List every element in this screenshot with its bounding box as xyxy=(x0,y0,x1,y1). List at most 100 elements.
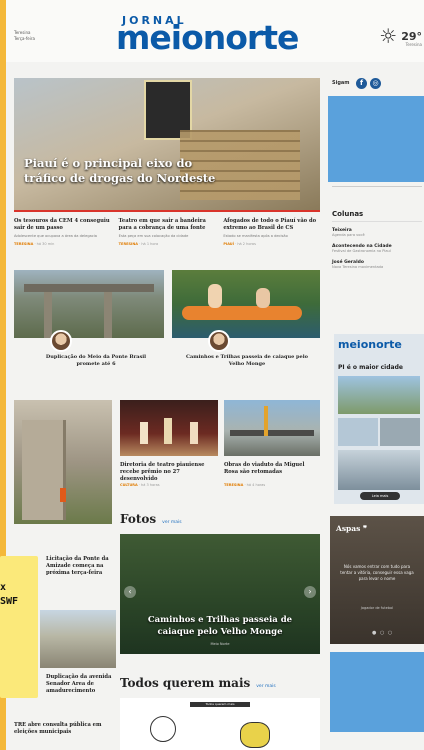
news-summary: Esta peça em sua colocação da cidade xyxy=(118,234,189,238)
promo-image xyxy=(338,450,420,490)
news-meta: TERESINA · há 1 hora xyxy=(118,242,159,246)
news-item[interactable]: Teatro em que sair a bandeira para a cob… xyxy=(119,218,216,246)
news-summary: Estado se manifesta após a decisão xyxy=(223,234,288,238)
todos-ver-mais-link[interactable]: ver mais xyxy=(256,684,275,689)
news-title[interactable]: Teatro em que sair a bandeira para a cob… xyxy=(119,218,216,232)
ad-banner-top[interactable] xyxy=(328,96,424,182)
coluna-item[interactable]: Teixeira Agenda para você xyxy=(332,228,422,238)
facebook-icon[interactable]: f xyxy=(356,78,367,89)
news-tag[interactable]: TERESINA xyxy=(14,242,33,246)
todos-card[interactable]: Todos querem mais xyxy=(120,698,320,750)
small-story-title[interactable]: Obras do viaduto da Miguel Rosa são reto… xyxy=(224,462,320,476)
news-item[interactable]: Os tesouros da CEM 4 conseguiu sair de u… xyxy=(14,218,111,246)
bridge-pillar xyxy=(44,292,52,338)
promo-button[interactable]: Leia mais xyxy=(360,492,400,500)
avatar xyxy=(50,330,72,352)
instagram-icon[interactable]: ◎ xyxy=(370,78,381,89)
news-tag[interactable]: CULTURA xyxy=(120,483,138,487)
carousel-dots[interactable]: ● ○ ○ xyxy=(372,630,393,636)
news-tag[interactable]: TERESINA xyxy=(224,483,243,487)
aspas-widget[interactable]: Aspas ❞ Nós vamos entrar com tudo para t… xyxy=(330,516,424,644)
weather-widget[interactable]: ☼ 29° Teresina xyxy=(379,24,422,48)
bridge-pillar xyxy=(104,292,112,338)
promo-image xyxy=(338,418,378,446)
dancer xyxy=(190,422,198,444)
viaduct-beam xyxy=(230,430,314,436)
fotos-header: Fotos ver mais xyxy=(120,512,182,526)
dancer xyxy=(164,418,172,444)
chevron-left-icon[interactable]: ‹ xyxy=(124,586,136,598)
ad-banner-bottom[interactable] xyxy=(330,652,424,732)
cartoon-figure xyxy=(240,722,270,748)
promo-image xyxy=(338,376,420,414)
colunas-widget: Colunas Teixeira Agenda para você Aconte… xyxy=(332,210,422,270)
coluna-desc: Festival de Gastronomia no Piauí xyxy=(332,249,391,253)
small-story-meta: TERESINA · há 4 horas xyxy=(224,483,266,487)
chevron-right-icon[interactable]: › xyxy=(304,586,316,598)
weather-location: Teresina xyxy=(405,42,422,47)
photo-viaduct[interactable] xyxy=(224,400,320,456)
crane xyxy=(264,406,268,436)
header: Teresina Terça-feira JORNAL meionorte ☼ … xyxy=(6,0,424,62)
aspas-title-text: Aspas xyxy=(336,524,361,533)
fotos-title: Fotos xyxy=(120,512,157,526)
sticky-note: x SWF xyxy=(0,556,38,698)
promo-title: PI é o maior cidade xyxy=(338,364,403,371)
bridge-deck xyxy=(24,284,154,292)
photo-construction[interactable] xyxy=(14,400,112,524)
photo-road[interactable] xyxy=(40,610,116,668)
news-title[interactable]: Afogados de todo o Piauí vão do extremo … xyxy=(223,218,320,232)
promo-logo: meionorte xyxy=(338,338,402,351)
news-tag[interactable]: TERESINA xyxy=(119,242,138,246)
news-time: há 3 horas xyxy=(141,483,160,487)
todos-title: Todos querem mais xyxy=(120,676,251,690)
dancer xyxy=(140,422,148,444)
cartoon-figure xyxy=(150,716,176,742)
person xyxy=(256,288,270,308)
sigam-label: Sigam xyxy=(332,80,350,86)
news-tag[interactable]: PIAUÍ xyxy=(223,242,234,246)
fotos-gallery[interactable]: ‹ › Caminhos e Trilhas passeia de caiaqu… xyxy=(120,534,320,654)
page: Teresina Terça-feira JORNAL meionorte ☼ … xyxy=(6,0,424,750)
temperature: 29° xyxy=(401,29,422,43)
colunas-title: Colunas xyxy=(332,210,422,222)
avatar xyxy=(208,330,230,352)
todos-label: Todos querem mais xyxy=(190,702,250,707)
news-summary: Adolescente que ocupava a área da delega… xyxy=(14,234,97,238)
coluna-item[interactable]: Acontecendo na Cidade Festival de Gastro… xyxy=(332,244,422,254)
promo-image xyxy=(380,418,420,446)
coluna-item[interactable]: José Geraldo Nova Teresina movimentada xyxy=(332,260,422,270)
building xyxy=(22,420,66,520)
coluna-desc: Nova Teresina movimentada xyxy=(332,265,384,269)
left-story-title[interactable]: Licitação da Ponte da Amizade começa na … xyxy=(46,556,116,577)
person xyxy=(208,284,222,308)
aspas-quote: Nós vamos entrar com tudo para tentar a … xyxy=(340,564,414,581)
todos-header: Todos querem mais ver mais xyxy=(120,676,276,690)
fotos-ver-mais-link[interactable]: ver mais xyxy=(162,520,181,525)
logo-meionorte: meionorte xyxy=(116,18,299,57)
aspas-title: Aspas ❞ xyxy=(336,524,367,533)
quote-icon: ❞ xyxy=(363,524,368,533)
hero-divider xyxy=(14,210,320,212)
sun-icon: ☼ xyxy=(379,24,398,48)
photo-bridge[interactable] xyxy=(14,270,164,338)
date-block: Teresina Terça-feira xyxy=(14,30,35,42)
aspas-author: Jogador de futebol xyxy=(360,606,394,610)
news-time: há 30 min xyxy=(36,242,55,246)
news-meta: TERESINA · há 30 min xyxy=(14,242,55,246)
left-story-title[interactable]: TRE abre consulta pública em eleições mu… xyxy=(14,722,114,736)
photo-kayak[interactable] xyxy=(172,270,320,338)
hero-title[interactable]: Piauí é o principal eixo do tráfico de d… xyxy=(24,156,224,186)
photo-theater[interactable] xyxy=(120,400,218,456)
photo-caption[interactable]: Duplicação do Meio da Ponte Brasil prome… xyxy=(36,354,156,368)
kayak xyxy=(182,306,302,320)
worker xyxy=(60,488,66,502)
hero-story[interactable]: Piauí é o principal eixo do tráfico de d… xyxy=(14,78,320,210)
news-title[interactable]: Os tesouros da CEM 4 conseguiu sair de u… xyxy=(14,218,111,232)
promo-card[interactable]: meionorte PI é o maior cidade Leia mais xyxy=(334,334,424,504)
photo-caption[interactable]: Caminhos e Trilhas passeia de caiaque pe… xyxy=(182,354,312,368)
left-story-title[interactable]: Duplicação da avenida Senador Area de am… xyxy=(46,674,116,695)
news-item[interactable]: Afogados de todo o Piauí vão do extremo … xyxy=(223,218,320,246)
small-story-title[interactable]: Diretoria de teatro piauiense recebe prê… xyxy=(120,462,218,483)
sticky-note-line2: SWF xyxy=(0,596,19,607)
